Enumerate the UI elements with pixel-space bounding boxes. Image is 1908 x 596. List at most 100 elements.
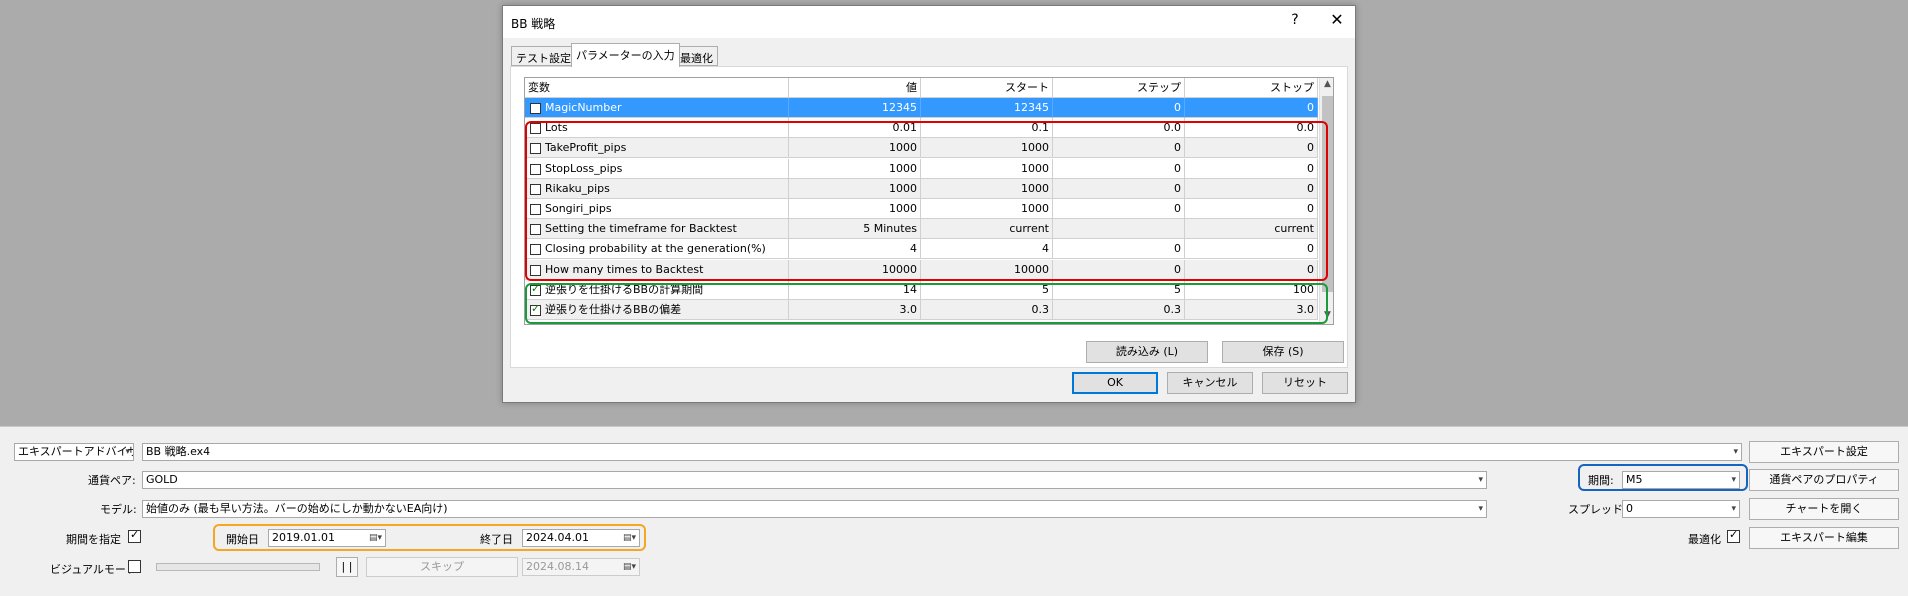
row-stop[interactable]: 0 bbox=[1185, 138, 1318, 159]
skip-button[interactable]: スキップ bbox=[366, 557, 518, 577]
row-step[interactable]: 0 bbox=[1053, 158, 1185, 179]
row-start[interactable]: 1000 bbox=[921, 178, 1053, 199]
row-stop[interactable]: 0 bbox=[1185, 178, 1318, 199]
table-row[interactable]: Rikaku_pips 1000 1000 0 0 bbox=[525, 178, 1318, 199]
row-checkbox[interactable] bbox=[530, 302, 541, 316]
row-stop[interactable]: 0 bbox=[1185, 158, 1318, 179]
scroll-up-icon[interactable]: ▲ bbox=[1320, 79, 1333, 89]
row-value[interactable]: 4 bbox=[789, 239, 921, 260]
close-icon[interactable]: ✕ bbox=[1325, 10, 1349, 29]
row-value[interactable]: 10000 bbox=[789, 259, 921, 280]
load-button[interactable]: 読み込み (L) bbox=[1086, 341, 1208, 363]
row-value[interactable]: 1000 bbox=[789, 199, 921, 219]
row-checkbox[interactable] bbox=[530, 244, 541, 256]
col-stop[interactable]: ストップ bbox=[1185, 78, 1318, 98]
row-step[interactable]: 0.3 bbox=[1053, 300, 1185, 320]
row-checkbox[interactable] bbox=[530, 264, 541, 276]
open-chart-button[interactable]: チャートを開く bbox=[1749, 498, 1899, 520]
row-value[interactable]: 0.01 bbox=[789, 118, 921, 139]
end-date-picker[interactable]: 2024.04.01 ▤▾ bbox=[522, 529, 640, 547]
row-checkbox[interactable] bbox=[530, 123, 541, 135]
table-row[interactable]: Closing probability at the generation(%)… bbox=[525, 239, 1318, 260]
row-value[interactable]: 1000 bbox=[789, 158, 921, 179]
col-value[interactable]: 値 bbox=[789, 78, 921, 98]
col-start[interactable]: スタート bbox=[921, 78, 1053, 98]
type-combo[interactable]: エキスパートアドバイザ ▾ bbox=[14, 443, 134, 461]
save-button[interactable]: 保存 (S) bbox=[1222, 341, 1344, 363]
calendar-icon[interactable]: ▤▾ bbox=[623, 530, 636, 546]
row-stop[interactable]: 0 bbox=[1185, 259, 1318, 280]
row-value[interactable]: 3.0 bbox=[789, 300, 921, 320]
row-checkbox[interactable] bbox=[530, 103, 541, 114]
row-step[interactable]: 5 bbox=[1053, 279, 1185, 300]
row-value[interactable]: 12345 bbox=[789, 98, 921, 118]
row-start[interactable]: 0.1 bbox=[921, 118, 1053, 139]
symbol-combo[interactable]: GOLD ▾ bbox=[142, 471, 1487, 489]
row-stop[interactable]: current bbox=[1185, 219, 1318, 240]
spread-combo[interactable]: 0 ▾ bbox=[1622, 500, 1740, 518]
row-value[interactable]: 1000 bbox=[789, 138, 921, 159]
col-step[interactable]: ステップ bbox=[1053, 78, 1185, 98]
row-value[interactable]: 5 Minutes bbox=[789, 219, 921, 240]
row-step[interactable]: 0.0 bbox=[1053, 118, 1185, 139]
ok-button[interactable]: OK bbox=[1072, 372, 1158, 394]
row-start[interactable]: 5 bbox=[921, 279, 1053, 300]
table-row[interactable]: Songiri_pips 1000 1000 0 0 bbox=[525, 199, 1318, 219]
row-step[interactable]: 0 bbox=[1053, 239, 1185, 260]
row-start[interactable]: 1000 bbox=[921, 199, 1053, 219]
start-date-picker[interactable]: 2019.01.01 ▤▾ bbox=[268, 529, 386, 547]
help-icon[interactable]: ? bbox=[1285, 12, 1305, 28]
row-checkbox[interactable] bbox=[530, 183, 541, 195]
row-step[interactable]: 0 bbox=[1053, 259, 1185, 280]
row-step[interactable] bbox=[1053, 219, 1185, 240]
table-row[interactable]: 逆張りを仕掛けるBBの計算期間 14 5 5 100 bbox=[525, 279, 1318, 300]
reset-button[interactable]: リセット bbox=[1262, 372, 1348, 394]
row-checkbox[interactable] bbox=[530, 143, 541, 155]
row-step[interactable]: 0 bbox=[1053, 199, 1185, 219]
row-checkbox[interactable] bbox=[530, 163, 541, 175]
row-start[interactable]: 4 bbox=[921, 239, 1053, 260]
row-stop[interactable]: 0 bbox=[1185, 239, 1318, 260]
use-date-checkbox[interactable] bbox=[128, 528, 141, 543]
period-combo[interactable]: M5 ▾ bbox=[1622, 471, 1740, 489]
row-stop[interactable]: 0 bbox=[1185, 199, 1318, 219]
row-stop[interactable]: 100 bbox=[1185, 279, 1318, 300]
visual-mode-checkbox[interactable] bbox=[128, 560, 141, 573]
cancel-button[interactable]: キャンセル bbox=[1167, 372, 1253, 394]
scroll-thumb[interactable] bbox=[1322, 96, 1333, 292]
skip-date-picker[interactable]: 2024.08.14 ▤▾ bbox=[522, 558, 640, 576]
col-variable[interactable]: 変数 bbox=[525, 78, 789, 98]
row-stop[interactable]: 0.0 bbox=[1185, 118, 1318, 139]
table-row[interactable]: How many times to Backtest 10000 10000 0 0 bbox=[525, 259, 1318, 280]
table-row[interactable]: 逆張りを仕掛けるBBの偏差 3.0 0.3 0.3 3.0 bbox=[525, 300, 1318, 320]
table-row[interactable]: StopLoss_pips 1000 1000 0 0 bbox=[525, 158, 1318, 179]
expert-file-combo[interactable]: BB 戦略.ex4 ▾ bbox=[142, 443, 1742, 461]
row-value[interactable]: 14 bbox=[789, 279, 921, 300]
row-start[interactable]: 1000 bbox=[921, 158, 1053, 179]
expert-settings-button[interactable]: エキスパート設定 bbox=[1749, 441, 1899, 463]
model-combo[interactable]: 始値のみ (最も早い方法。バーの始めにしか動かないEA向け) ▾ bbox=[142, 500, 1487, 518]
row-stop[interactable]: 0 bbox=[1185, 98, 1318, 118]
tab-test-settings[interactable]: テスト設定 bbox=[511, 46, 576, 66]
table-row[interactable]: Lots 0.01 0.1 0.0 0.0 bbox=[525, 118, 1318, 139]
row-checkbox[interactable] bbox=[530, 224, 541, 236]
row-start[interactable]: current bbox=[921, 219, 1053, 240]
calendar-icon[interactable]: ▤▾ bbox=[369, 530, 382, 546]
table-row[interactable]: TakeProfit_pips 1000 1000 0 0 bbox=[525, 138, 1318, 159]
row-start[interactable]: 12345 bbox=[921, 98, 1053, 118]
speed-slider[interactable] bbox=[156, 563, 320, 571]
row-step[interactable]: 0 bbox=[1053, 98, 1185, 118]
row-start[interactable]: 10000 bbox=[921, 259, 1053, 280]
tab-parameters[interactable]: パラメーターの入力 bbox=[571, 43, 680, 67]
symbol-properties-button[interactable]: 通貨ペアのプロパティ bbox=[1749, 469, 1899, 491]
table-row[interactable]: Setting the timeframe for Backtest 5 Minu… bbox=[525, 219, 1318, 240]
row-checkbox[interactable] bbox=[530, 282, 541, 296]
scroll-down-icon[interactable]: ▼ bbox=[1320, 310, 1333, 320]
row-value[interactable]: 1000 bbox=[789, 178, 921, 199]
edit-expert-button[interactable]: エキスパート編集 bbox=[1749, 527, 1899, 549]
table-scrollbar[interactable]: ▲ ▼ bbox=[1319, 78, 1333, 324]
table-row[interactable]: MagicNumber 12345 12345 0 0 bbox=[525, 98, 1318, 118]
row-checkbox[interactable] bbox=[530, 204, 541, 215]
optimize-checkbox[interactable] bbox=[1727, 528, 1740, 543]
row-stop[interactable]: 3.0 bbox=[1185, 300, 1318, 320]
